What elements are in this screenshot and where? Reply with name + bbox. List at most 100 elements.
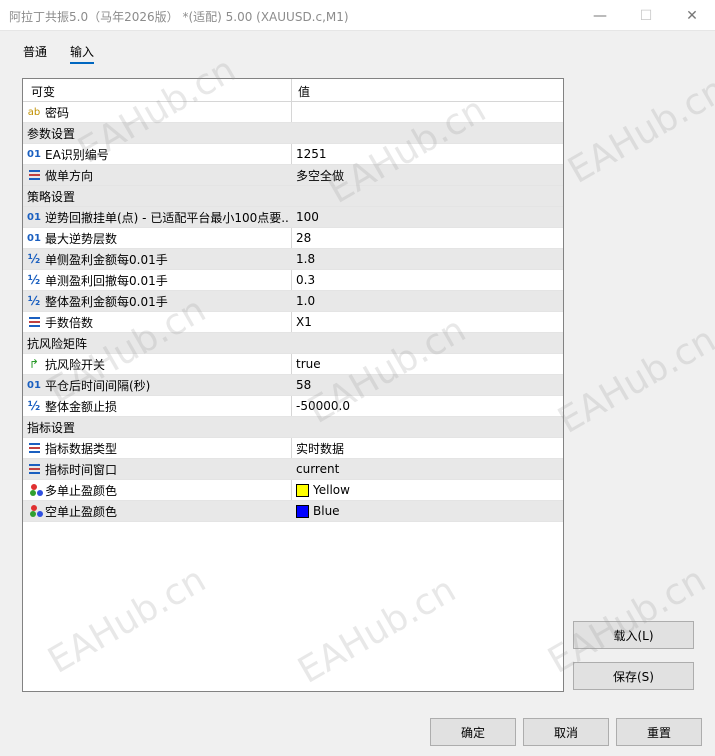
group-row[interactable]: 抗风险矩阵 [23, 333, 563, 354]
parameter-row[interactable]: 指标数据类型 实时数据 [23, 438, 563, 459]
load-button[interactable]: 载入(L) [573, 621, 694, 649]
parameter-value-cell[interactable]: 1.8 [296, 249, 556, 269]
parameter-name-cell: ½ 单侧盈利金额每0.01手 [27, 249, 289, 269]
color-swatch [296, 504, 309, 518]
parameter-value-cell [296, 123, 556, 143]
inputs-grid: 可变 值 ab 密码 参数设置 01 EA识别编号 1251 做单方向 多空全做策略设置 01 逆… [22, 78, 564, 692]
enum-type-icon [27, 441, 41, 455]
parameter-value-cell[interactable]: 58 [296, 375, 556, 395]
parameter-value-cell[interactable]: 1.0 [296, 291, 556, 311]
parameter-name-cell: 做单方向 [27, 165, 289, 185]
parameter-value-cell[interactable]: Yellow [296, 480, 556, 500]
cancel-button[interactable]: 取消 [523, 718, 609, 746]
enum-type-icon [27, 462, 41, 476]
parameter-name-cell: 指标时间窗口 [27, 459, 289, 479]
color-type-icon [27, 483, 43, 497]
parameter-name-cell: 01 平仓后时间间隔(秒) [27, 375, 289, 395]
parameter-name: 策略设置 [27, 189, 76, 204]
tab-strip: 普通 输入 [0, 31, 715, 67]
parameter-value: 1251 [296, 147, 327, 161]
parameter-value-cell [296, 333, 556, 353]
active-tab-indicator [70, 62, 94, 64]
parameter-name: 平仓后时间间隔(秒) [45, 378, 151, 393]
parameter-row[interactable]: 01 EA识别编号 1251 [23, 144, 563, 165]
parameter-name: EA识别编号 [45, 147, 109, 162]
parameter-value-cell [296, 417, 556, 437]
parameter-value: Blue [313, 504, 340, 518]
parameter-row[interactable]: ½ 单测盈利回撤每0.01手 0.3 [23, 270, 563, 291]
parameter-name-cell: 多单止盈颜色 [27, 480, 289, 500]
watermark-text: EAHub.cn [561, 69, 715, 192]
parameter-name: 密码 [45, 105, 70, 120]
parameter-row[interactable]: ½ 单侧盈利金额每0.01手 1.8 [23, 249, 563, 270]
parameter-value: X1 [296, 315, 312, 329]
parameter-value: 100 [296, 210, 319, 224]
parameter-name: 手数倍数 [45, 315, 94, 330]
parameter-value-cell[interactable]: -50000.0 [296, 396, 556, 416]
parameter-row[interactable]: ½ 整体金额止损 -50000.0 [23, 396, 563, 417]
column-header-value[interactable]: 值 [298, 83, 310, 100]
parameter-row[interactable]: ab 密码 [23, 102, 563, 123]
parameter-row[interactable]: ½ 整体盈利金额每0.01手 1.0 [23, 291, 563, 312]
parameter-value-cell[interactable]: current [296, 459, 556, 479]
parameter-name-cell: 参数设置 [27, 123, 289, 143]
parameter-row[interactable]: 01 最大逆势层数 28 [23, 228, 563, 249]
reset-button[interactable]: 重置 [616, 718, 702, 746]
tab-general[interactable]: 普通 [23, 43, 47, 60]
group-row[interactable]: 参数设置 [23, 123, 563, 144]
window-title: 阿拉丁共振5.0（马年2026版） *(适配) 5.00 (XAUUSD.c,M… [9, 10, 349, 24]
parameter-value-cell[interactable]: 0.3 [296, 270, 556, 290]
parameter-name: 做单方向 [45, 168, 94, 183]
parameter-name: 指标设置 [27, 420, 76, 435]
parameter-row[interactable]: 手数倍数 X1 [23, 312, 563, 333]
parameter-row[interactable]: 01 平仓后时间间隔(秒) 58 [23, 375, 563, 396]
group-row[interactable]: 策略设置 [23, 186, 563, 207]
parameter-value-cell[interactable]: true [296, 354, 556, 374]
parameter-row[interactable]: 01 逆势回撤挂单(点) - 已适配平台最小100点要... 100 [23, 207, 563, 228]
parameter-row[interactable]: 做单方向 多空全做 [23, 165, 563, 186]
parameter-value-cell[interactable]: 多空全做 [296, 165, 556, 185]
parameter-value: 1.8 [296, 252, 316, 266]
minimize-button[interactable]: — [577, 0, 623, 31]
parameter-name-cell: ↱ 抗风险开关 [27, 354, 289, 374]
parameter-value: 28 [296, 231, 312, 245]
parameter-name-cell: 01 EA识别编号 [27, 144, 289, 164]
parameter-value-cell[interactable] [296, 102, 556, 122]
save-button[interactable]: 保存(S) [573, 662, 694, 690]
parameter-name-cell: 01 逆势回撤挂单(点) - 已适配平台最小100点要... [27, 207, 289, 227]
title-bar: 阿拉丁共振5.0（马年2026版） *(适配) 5.00 (XAUUSD.c,M… [0, 0, 715, 31]
parameter-name-cell: 指标设置 [27, 417, 289, 437]
parameter-value-cell[interactable]: X1 [296, 312, 556, 332]
parameter-name: 多单止盈颜色 [45, 483, 118, 498]
parameter-value-cell[interactable]: 100 [296, 207, 556, 227]
parameter-row[interactable]: 指标时间窗口 current [23, 459, 563, 480]
parameter-name-cell: ½ 整体金额止损 [27, 396, 289, 416]
column-header-variable[interactable]: 可变 [31, 83, 55, 100]
parameter-value: 0.3 [296, 273, 316, 287]
ok-button[interactable]: 确定 [430, 718, 516, 746]
integer-type-icon: 01 [27, 232, 41, 244]
parameter-value: 1.0 [296, 294, 316, 308]
integer-type-icon: 01 [27, 148, 41, 160]
parameter-value-cell[interactable]: 实时数据 [296, 438, 556, 458]
color-type-icon [27, 504, 43, 518]
parameter-name-cell: 01 最大逆势层数 [27, 228, 289, 248]
parameter-name: 最大逆势层数 [45, 231, 118, 246]
tab-inputs[interactable]: 输入 [70, 43, 94, 60]
parameter-value-cell[interactable]: Blue [296, 501, 556, 521]
parameter-value-cell[interactable]: 1251 [296, 144, 556, 164]
parameter-value-cell[interactable]: 28 [296, 228, 556, 248]
close-icon: ✕ [686, 7, 698, 24]
double-type-icon: ½ [27, 252, 41, 266]
parameter-name-cell: 手数倍数 [27, 312, 289, 332]
maximize-icon: ☐ [639, 7, 653, 24]
parameter-name: 单测盈利回撤每0.01手 [45, 273, 168, 288]
parameter-row[interactable]: ↱ 抗风险开关 true [23, 354, 563, 375]
group-row[interactable]: 指标设置 [23, 417, 563, 438]
grid-rows: ab 密码 参数设置 01 EA识别编号 1251 做单方向 多空全做策略设置 01 逆势回撤挂单… [23, 102, 563, 522]
parameter-row[interactable]: 多单止盈颜色 Yellow [23, 480, 563, 501]
maximize-button[interactable]: ☐ [623, 0, 669, 31]
parameter-name: 单侧盈利金额每0.01手 [45, 252, 168, 267]
close-button[interactable]: ✕ [669, 0, 715, 31]
parameter-row[interactable]: 空单止盈颜色 Blue [23, 501, 563, 522]
